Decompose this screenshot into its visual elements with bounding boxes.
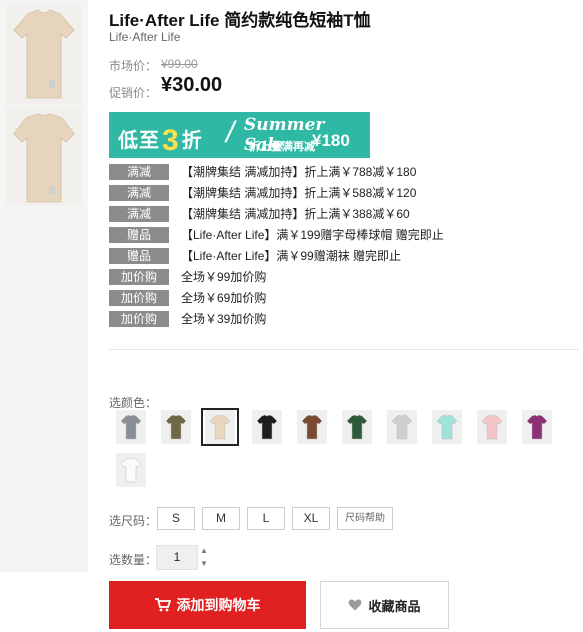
swatch-background — [387, 410, 417, 444]
swatch-background — [205, 410, 235, 444]
color-swatch-dark-green[interactable] — [339, 409, 375, 445]
color-swatch-black[interactable] — [249, 409, 285, 445]
promotion-tag: 加价购 — [109, 311, 169, 327]
thumbnail-strip — [0, 0, 88, 572]
banner-slash: / — [226, 116, 235, 149]
swatch-background — [161, 410, 191, 444]
favorite-label: 收藏商品 — [368, 598, 421, 614]
quantity-stepper[interactable]: ▲ ▼ — [198, 545, 210, 570]
color-swatch-brown[interactable] — [294, 409, 330, 445]
promotion-item: 加价购 全场￥69加价购 — [109, 290, 569, 306]
color-swatch-olive[interactable] — [158, 409, 194, 445]
chevron-up-icon[interactable]: ▲ — [198, 545, 210, 557]
size-help-button[interactable]: 尺码帮助 — [337, 507, 393, 530]
favorite-button[interactable]: 收藏商品 — [320, 581, 449, 629]
banner-prefix: 低至 — [118, 130, 160, 152]
color-swatch-purple[interactable] — [519, 409, 555, 445]
color-swatch-light-gray[interactable] — [384, 409, 420, 445]
swatch-background — [522, 410, 552, 444]
color-swatch-pink[interactable] — [474, 409, 510, 445]
promotion-item: 赠品 【Life·After Life】满￥99赠潮袜 赠完即止 — [109, 248, 569, 264]
tshirt-icon — [391, 414, 413, 440]
swatch-background — [252, 410, 282, 444]
tshirt-icon — [165, 414, 187, 440]
promotion-item: 加价购 全场￥99加价购 — [109, 269, 569, 285]
promotion-tag: 满减 — [109, 185, 169, 201]
promotion-text: 【潮牌集结 满减加持】折上满￥788减￥180 — [181, 165, 417, 179]
color-swatch-white[interactable] — [113, 452, 149, 488]
promotion-text: 【潮牌集结 满减加持】折上满￥388减￥60 — [181, 207, 410, 221]
tshirt-icon — [346, 414, 368, 440]
product-title: Life·After Life 简约款纯色短袖T恤 — [109, 11, 371, 30]
swatch-background — [116, 453, 146, 487]
swatch-background — [116, 410, 146, 444]
promotion-text: 【潮牌集结 满减加持】折上满￥588减￥120 — [181, 186, 417, 200]
add-to-cart-button[interactable]: 添加到购物车 — [109, 581, 306, 629]
tshirt-icon — [120, 414, 142, 440]
tshirt-icon — [436, 414, 458, 440]
quantity-input[interactable]: 1 — [156, 545, 198, 570]
heart-icon — [349, 599, 362, 611]
promotion-tag: 赠品 — [109, 227, 169, 243]
quantity-label: 选数量： — [109, 553, 158, 567]
promotion-text: 全场￥69加价购 — [181, 291, 267, 305]
banner-number: 3 — [162, 124, 180, 157]
banner-subtitle: 折上叠满再减 — [249, 141, 315, 153]
banner-discount: 低至3 折 — [118, 121, 203, 157]
swatch-background — [432, 410, 462, 444]
tshirt-icon — [526, 414, 548, 440]
summer-sale-banner[interactable]: 低至3 折 / Summer Sale 折上叠满再减 ¥180 — [109, 112, 370, 158]
tshirt-icon — [120, 457, 142, 483]
size-option-m[interactable]: M — [202, 507, 240, 530]
color-swatch-beige[interactable] — [201, 408, 239, 446]
add-to-cart-label: 添加到购物车 — [176, 597, 261, 613]
brand-name[interactable]: Life·After Life — [109, 30, 180, 44]
promotion-item: 赠品 【Life·After Life】满￥199赠字母棒球帽 赠完即止 — [109, 227, 569, 243]
size-option-s[interactable]: S — [157, 507, 195, 530]
promotion-text: 全场￥39加价购 — [181, 312, 267, 326]
market-price: ¥99.00 — [161, 57, 198, 71]
promotion-text: 全场￥99加价购 — [181, 270, 267, 284]
market-price-label: 市场价： — [109, 59, 158, 73]
promotion-item: 满减 【潮牌集结 满减加持】折上满￥588减￥120 — [109, 185, 569, 201]
color-swatch-mint[interactable] — [429, 409, 465, 445]
section-divider — [109, 349, 579, 350]
promotion-tag: 满减 — [109, 164, 169, 180]
banner-suffix: 折 — [181, 130, 203, 152]
promotion-item: 满减 【潮牌集结 满减加持】折上满￥388减￥60 — [109, 206, 569, 222]
chevron-down-icon[interactable]: ▼ — [198, 558, 210, 570]
promo-price: ¥30.00 — [161, 74, 223, 96]
promotion-text: 【Life·After Life】满￥99赠潮袜 赠完即止 — [181, 249, 402, 263]
banner-amount: ¥180 — [312, 131, 350, 150]
product-thumbnail-back[interactable] — [6, 106, 82, 206]
promotion-item: 满减 【潮牌集结 满减加持】折上满￥788减￥180 — [109, 164, 569, 180]
size-label: 选尺码： — [109, 514, 158, 528]
size-option-l[interactable]: L — [247, 507, 285, 530]
product-thumbnail-front[interactable] — [6, 4, 82, 104]
size-option-xl[interactable]: XL — [292, 507, 330, 530]
promo-price-label: 促销价： — [109, 86, 158, 100]
swatch-background — [477, 410, 507, 444]
swatch-background — [342, 410, 372, 444]
promotion-tag: 加价购 — [109, 269, 169, 285]
promotion-tag: 满减 — [109, 206, 169, 222]
tshirt-front-image — [13, 9, 75, 99]
cart-icon — [154, 598, 171, 612]
promotion-text: 【Life·After Life】满￥199赠字母棒球帽 赠完即止 — [181, 228, 444, 242]
promotion-tag: 加价购 — [109, 290, 169, 306]
tshirt-icon — [481, 414, 503, 440]
color-swatch-gray[interactable] — [113, 409, 149, 445]
tshirt-icon — [256, 414, 278, 440]
tshirt-icon — [301, 414, 323, 440]
tshirt-back-image — [13, 113, 75, 203]
promotion-tag: 赠品 — [109, 248, 169, 264]
tshirt-icon — [209, 414, 231, 440]
swatch-background — [297, 410, 327, 444]
promotion-item: 加价购 全场￥39加价购 — [109, 311, 569, 327]
